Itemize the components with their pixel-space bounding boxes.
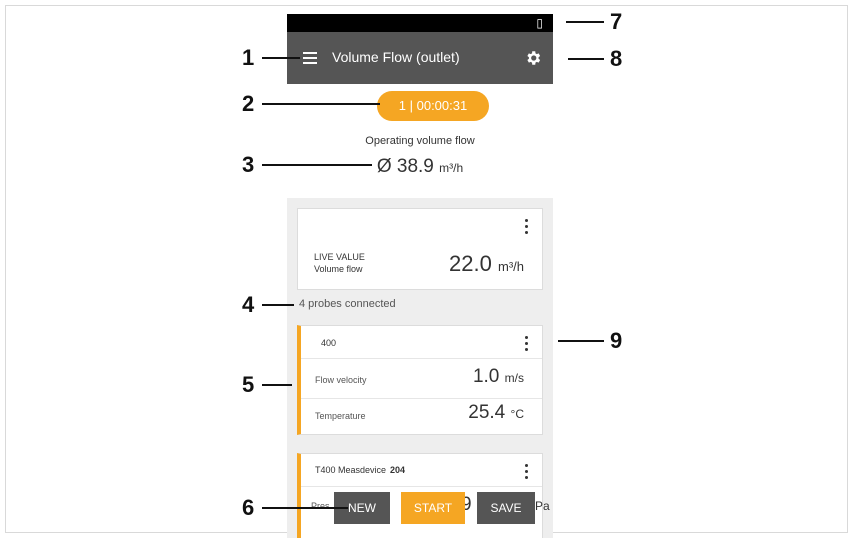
- probe-title: 400: [321, 338, 337, 348]
- probe-device-number: 204: [390, 465, 406, 475]
- operating-volume-flow-label: Operating volume flow: [365, 135, 475, 147]
- callout-number: 2: [242, 91, 255, 116]
- probes-connected-label: 4 probes connected: [299, 298, 396, 310]
- operating-value: Ø 38.9: [376, 156, 434, 177]
- callout-line: [558, 340, 604, 342]
- more-vert-icon[interactable]: [525, 219, 528, 234]
- phone-screen: ▯ Volume Flow (outlet) 1 | 00:00:31 Oper…: [287, 14, 553, 538]
- callout-line: [566, 21, 604, 23]
- page-title: Volume Flow (outlet): [332, 49, 460, 65]
- live-value: 22.0: [449, 251, 492, 276]
- more-vert-icon[interactable]: [525, 464, 528, 479]
- callout-number: 7: [610, 9, 623, 34]
- callout-line: [568, 58, 604, 60]
- divider: [301, 398, 542, 399]
- callout-line: [262, 304, 294, 306]
- probe-row-unit: Pa: [535, 499, 550, 513]
- probe-title: T400 Measdevice 204: [315, 465, 405, 475]
- probe-row-label: Pres: [311, 501, 330, 511]
- flow-velocity-unit: m/s: [504, 371, 524, 385]
- operating-unit: m³/h: [439, 161, 464, 175]
- callout-line: [262, 103, 380, 105]
- divider: [301, 358, 542, 359]
- probe-row-label: Flow velocity: [315, 375, 367, 385]
- gear-icon[interactable]: [524, 49, 542, 67]
- live-value-label: LIVE VALUE Volume flow: [314, 251, 365, 275]
- live-value-subtitle: Volume flow: [314, 264, 363, 274]
- callout-number: 5: [242, 372, 255, 397]
- measurement-timer-button[interactable]: 1 | 00:00:31: [377, 91, 489, 121]
- live-value-card: LIVE VALUE Volume flow 22.0 m³/h: [297, 208, 543, 290]
- callout-line: [262, 57, 300, 59]
- probe-row-value: 25.4 °C: [468, 402, 524, 424]
- temperature-value: 25.4: [468, 402, 506, 423]
- app-bar: Volume Flow (outlet): [287, 32, 553, 84]
- callout-line: [262, 164, 372, 166]
- probe-row-label: Temperature: [315, 411, 366, 421]
- live-value-unit: m³/h: [498, 259, 524, 274]
- start-button[interactable]: START: [401, 492, 465, 524]
- probe-row-value: 1.0 m/s: [473, 366, 524, 388]
- callout-number: 1: [242, 45, 255, 70]
- callout-number: 3: [242, 152, 255, 177]
- status-bar: ▯: [287, 14, 553, 32]
- probe-device-name: T400 Measdevice: [315, 465, 387, 475]
- live-value-title: LIVE VALUE: [314, 252, 365, 262]
- live-value-reading: 22.0 m³/h: [449, 251, 524, 277]
- callout-number: 8: [610, 46, 623, 71]
- save-button[interactable]: SAVE: [477, 492, 535, 524]
- callout-number: 4: [242, 292, 255, 317]
- callout-number: 6: [242, 495, 255, 520]
- callout-number: 9: [610, 328, 623, 353]
- hamburger-menu-icon[interactable]: [303, 52, 317, 64]
- temperature-unit: °C: [510, 407, 524, 421]
- callout-line: [262, 384, 292, 386]
- callout-line: [262, 507, 348, 509]
- vibrate-icon: ▯: [536, 16, 543, 30]
- divider: [301, 486, 542, 487]
- more-vert-icon[interactable]: [525, 336, 528, 351]
- probe-card[interactable]: 400 Flow velocity 1.0 m/s Temperature 25…: [297, 325, 543, 435]
- operating-volume-flow-value: Ø 38.9 m³/h: [287, 156, 553, 178]
- flow-velocity-value: 1.0: [472, 366, 500, 387]
